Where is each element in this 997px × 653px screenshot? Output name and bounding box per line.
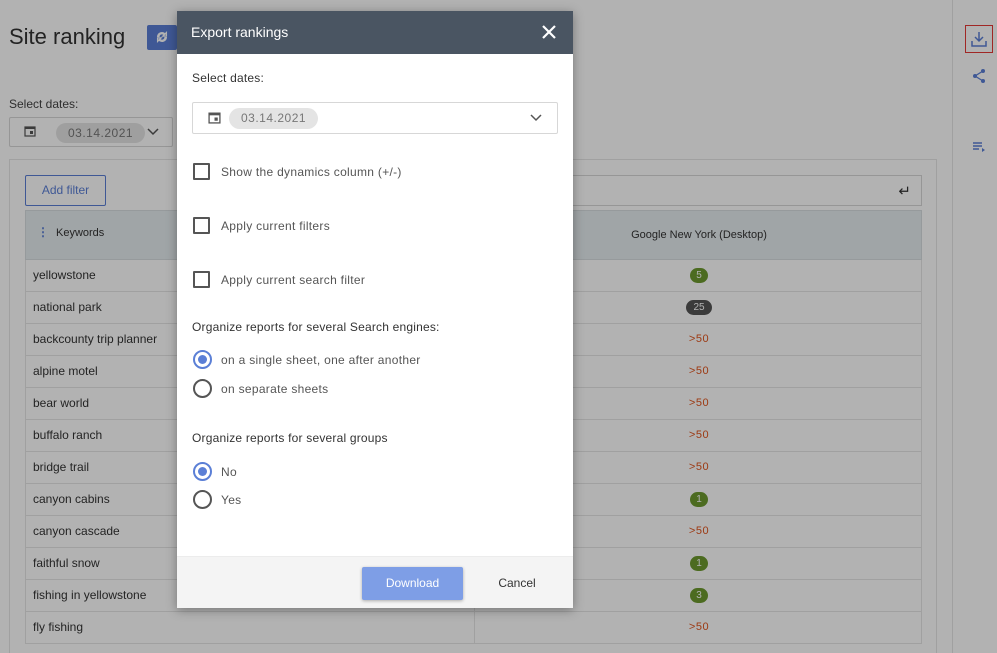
cancel-button[interactable]: Cancel xyxy=(482,567,552,600)
groups-no-label: No xyxy=(221,465,237,479)
dialog-header: Export rankings xyxy=(177,11,573,54)
download-button[interactable]: Download xyxy=(362,567,463,600)
close-icon[interactable] xyxy=(539,22,559,42)
chevron-down-icon xyxy=(530,114,542,122)
single-sheet-radio[interactable] xyxy=(193,350,212,369)
dialog-footer: Download Cancel xyxy=(177,556,573,608)
groups-yes-radio[interactable] xyxy=(193,490,212,509)
filters-checkbox[interactable] xyxy=(193,217,210,234)
filters-label: Apply current filters xyxy=(221,219,331,233)
dynamics-checkbox[interactable] xyxy=(193,163,210,180)
search-filter-checkbox[interactable] xyxy=(193,271,210,288)
calendar-icon xyxy=(208,112,221,124)
search-filter-label: Apply current search filter xyxy=(221,273,366,287)
separate-sheets-radio[interactable] xyxy=(193,379,212,398)
groups-section-label: Organize reports for several groups xyxy=(192,431,388,445)
dialog-title: Export rankings xyxy=(191,24,289,40)
dialog-body: Select dates: 03.14.2021 Show the dynami… xyxy=(177,54,573,556)
select-dates-label: Select dates: xyxy=(192,71,264,85)
date-chip[interactable]: 03.14.2021 xyxy=(229,108,319,129)
separate-sheets-label: on separate sheets xyxy=(221,382,329,396)
dialog-date-picker[interactable]: 03.14.2021 xyxy=(192,102,558,134)
groups-no-radio[interactable] xyxy=(193,462,212,481)
groups-yes-label: Yes xyxy=(221,493,242,507)
engines-section-label: Organize reports for several Search engi… xyxy=(192,320,440,334)
single-sheet-label: on a single sheet, one after another xyxy=(221,353,421,367)
dynamics-label: Show the dynamics column (+/-) xyxy=(221,165,402,179)
export-rankings-dialog: Export rankings Select dates: 03.14.2021… xyxy=(177,11,573,608)
